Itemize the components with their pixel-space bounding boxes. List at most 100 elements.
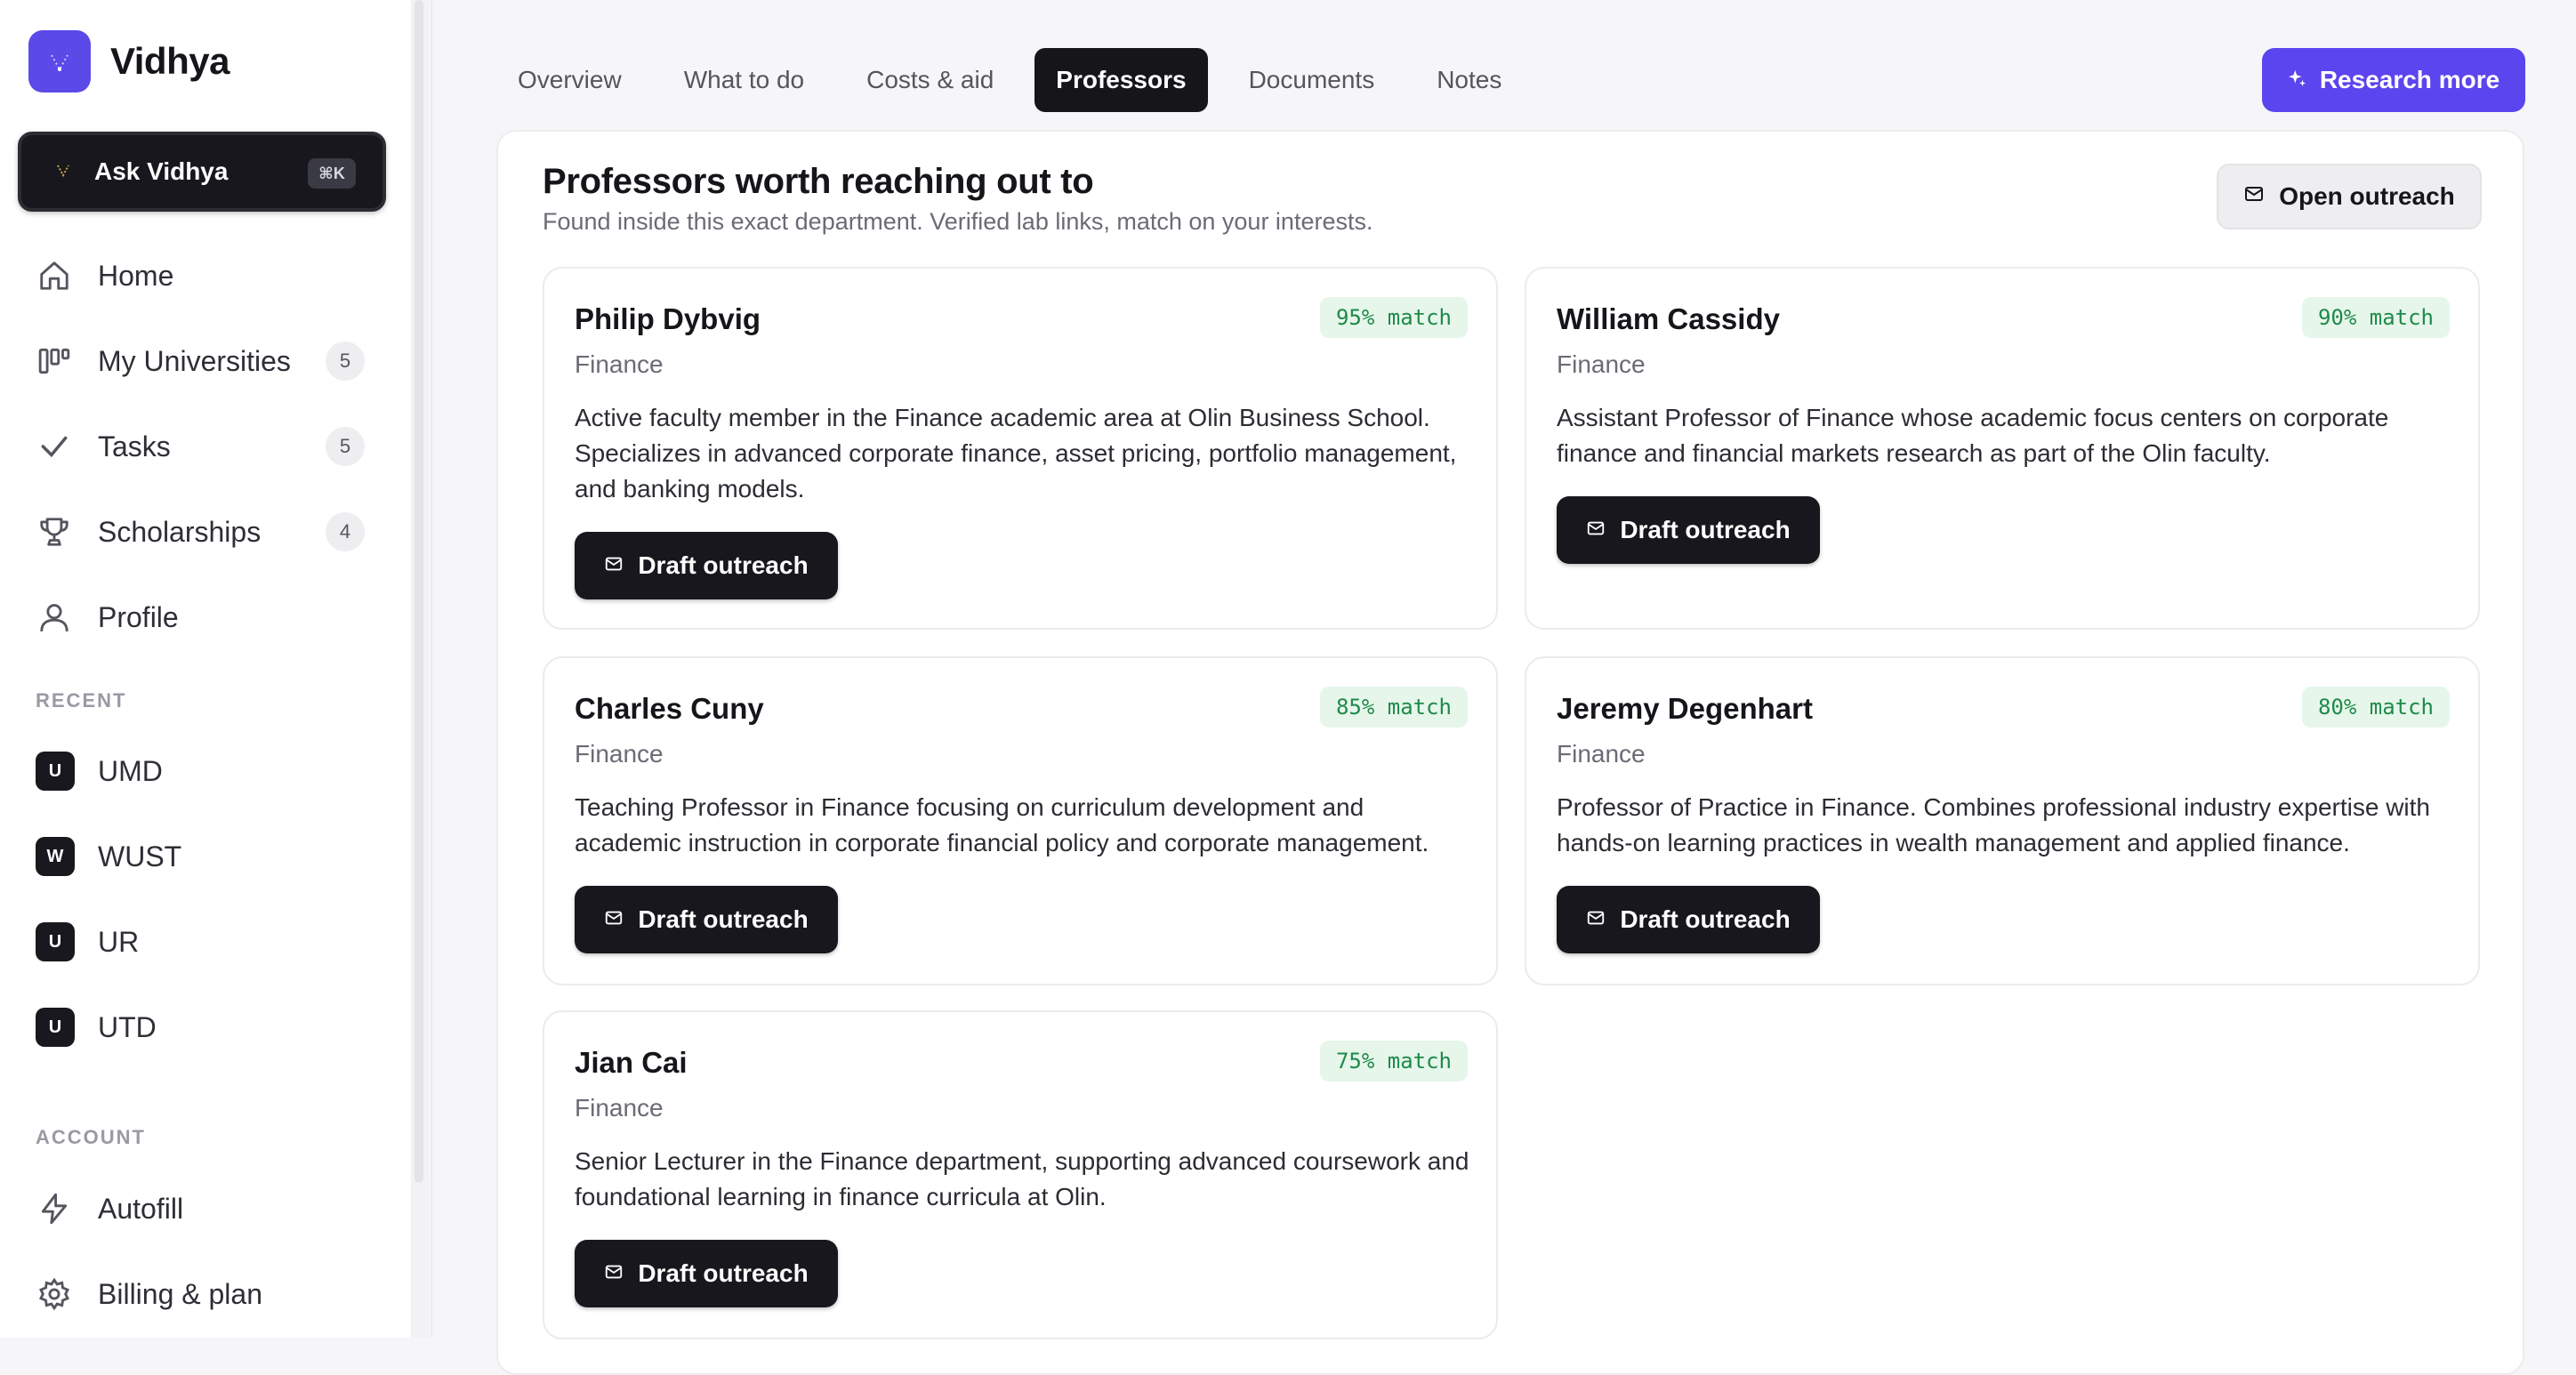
tab-costs-aid[interactable]: Costs & aid (845, 48, 1015, 112)
tab-professors[interactable]: Professors (1034, 48, 1208, 112)
professor-department: Finance (575, 350, 664, 378)
nav-item-tasks[interactable]: Tasks 5 (36, 420, 374, 473)
sidebar-scrollbar[interactable] (411, 0, 429, 1338)
tab-what-to-do[interactable]: What to do (663, 48, 825, 112)
draft-outreach-button[interactable]: Draft outreach (575, 1240, 838, 1307)
university-badge: U (36, 752, 75, 791)
recent-label: UTD (98, 1010, 157, 1043)
match-badge: 90% match (2301, 297, 2450, 338)
professor-name: Philip Dybvig (575, 302, 761, 335)
research-more-label: Research more (2319, 66, 2500, 93)
professor-name: Charles Cuny (575, 692, 764, 725)
recent-label: WUST (98, 840, 182, 872)
match-badge: 75% match (1319, 1041, 1468, 1082)
sparkle-icon (2288, 66, 2307, 94)
recent-item-wust[interactable]: W WUST (36, 834, 181, 879)
match-badge: 85% match (1319, 687, 1468, 728)
nav-label: Profile (98, 600, 179, 633)
logo-icon (28, 30, 91, 92)
professor-card: Jian Cai 75% match Finance Senior Lectur… (543, 1010, 1498, 1339)
nav-item-home[interactable]: Home (36, 249, 374, 302)
nav-label: Tasks (98, 430, 171, 462)
nav-label: Autofill (98, 1192, 184, 1225)
scrollbar-thumb[interactable] (415, 0, 423, 1183)
match-badge: 95% match (1319, 297, 1468, 338)
professor-card: Jeremy Degenhart 80% match Finance Profe… (1525, 656, 2480, 985)
draft-outreach-button[interactable]: Draft outreach (575, 886, 838, 953)
professor-description: Senior Lecturer in the Finance departmen… (575, 1147, 1469, 1210)
gear-icon (36, 1275, 73, 1313)
professor-department: Finance (575, 740, 664, 768)
sidebar: Vidhya Ask Vidhya ⌘K Home My Universitie… (0, 0, 411, 1338)
professors-panel: Professors worth reaching out to Found i… (496, 130, 2524, 1375)
mail-icon (604, 1259, 624, 1288)
professor-department: Finance (1557, 350, 1646, 378)
draft-outreach-button[interactable]: Draft outreach (1557, 886, 1820, 953)
count-badge: 5 (326, 427, 365, 466)
brand-name: Vidhya (110, 40, 229, 82)
mail-icon (1586, 905, 1606, 934)
professor-name: Jeremy Degenhart (1557, 692, 1813, 725)
nav-label: Scholarships (98, 515, 262, 548)
brand[interactable]: Vidhya (28, 30, 229, 92)
mail-icon (1586, 516, 1606, 544)
tab-documents[interactable]: Documents (1228, 48, 1397, 112)
recent-item-ur[interactable]: U UR (36, 920, 139, 964)
shortcut-badge: ⌘K (308, 158, 356, 189)
panel-subtitle: Found inside this exact department. Veri… (543, 208, 1373, 235)
research-more-button[interactable]: Research more (2262, 48, 2525, 112)
nav-label: My Universities (98, 344, 291, 377)
professor-department: Finance (1557, 740, 1646, 768)
professor-name: William Cassidy (1557, 302, 1780, 335)
university-badge: U (36, 1008, 75, 1047)
count-badge: 5 (326, 342, 365, 381)
divider (431, 0, 432, 1338)
account-heading: ACCOUNT (36, 1126, 146, 1148)
recent-heading: RECENT (36, 689, 127, 712)
recent-label: UR (98, 925, 140, 958)
draft-outreach-label: Draft outreach (1620, 516, 1791, 543)
tab-notes[interactable]: Notes (1415, 48, 1523, 112)
tab-overview[interactable]: Overview (496, 48, 643, 112)
draft-outreach-label: Draft outreach (1620, 905, 1791, 933)
nav-item-profile[interactable]: Profile (36, 591, 374, 644)
count-badge: 4 (326, 512, 365, 551)
open-outreach-label: Open outreach (2279, 182, 2455, 210)
nav-label: Billing & plan (98, 1277, 262, 1310)
draft-outreach-label: Draft outreach (638, 551, 809, 579)
professor-card: Charles Cuny 85% match Finance Teaching … (543, 656, 1498, 985)
nav-item-autofill[interactable]: Autofill (36, 1182, 374, 1235)
nav-label: Home (98, 259, 174, 292)
ask-vidhya-button[interactable]: Ask Vidhya ⌘K (18, 132, 386, 212)
draft-outreach-button[interactable]: Draft outreach (575, 532, 838, 599)
home-icon (36, 257, 73, 294)
professor-card: William Cassidy 90% match Finance Assist… (1525, 267, 2480, 630)
draft-outreach-label: Draft outreach (638, 1259, 809, 1287)
recent-item-utd[interactable]: U UTD (36, 1005, 157, 1049)
mail-icon (604, 551, 624, 580)
nav-item-billing[interactable]: Billing & plan (36, 1267, 374, 1321)
professor-description: Professor of Practice in Finance. Combin… (1557, 793, 2430, 856)
draft-outreach-button[interactable]: Draft outreach (1557, 496, 1820, 564)
columns-icon (36, 342, 73, 380)
lightning-icon (36, 1190, 73, 1227)
nav-item-my-universities[interactable]: My Universities 5 (36, 334, 374, 388)
university-badge: U (36, 922, 75, 961)
check-icon (36, 428, 73, 465)
professor-name: Jian Cai (575, 1046, 688, 1079)
recent-label: UMD (98, 754, 163, 787)
recent-item-umd[interactable]: U UMD (36, 749, 163, 793)
ask-label: Ask Vidhya (94, 157, 229, 185)
university-badge: W (36, 837, 75, 876)
professor-description: Teaching Professor in Finance focusing o… (575, 793, 1429, 856)
match-badge: 80% match (2301, 687, 2450, 728)
sparkle-icon (55, 162, 71, 182)
professor-description: Assistant Professor of Finance whose aca… (1557, 404, 2389, 467)
panel-title: Professors worth reaching out to (543, 162, 1094, 201)
professor-description: Active faculty member in the Finance aca… (575, 404, 1457, 503)
draft-outreach-label: Draft outreach (638, 905, 809, 933)
open-outreach-button[interactable]: Open outreach (2217, 164, 2482, 229)
nav-item-scholarships[interactable]: Scholarships 4 (36, 505, 374, 559)
trophy-icon (36, 513, 73, 551)
professor-department: Finance (575, 1094, 664, 1122)
